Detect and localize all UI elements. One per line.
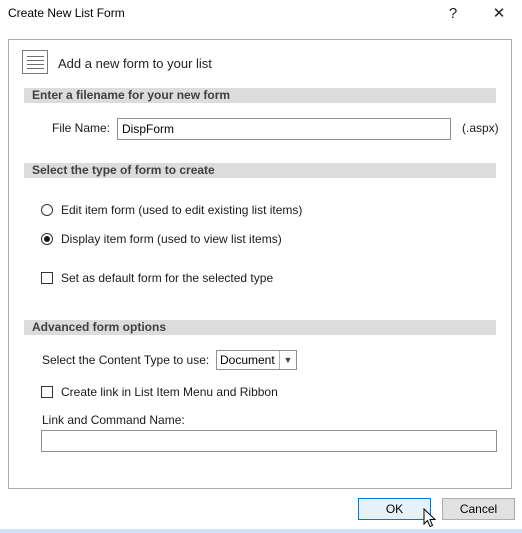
list-form-icon bbox=[22, 50, 48, 74]
ok-button[interactable]: OK bbox=[358, 498, 431, 520]
help-button[interactable]: ? bbox=[436, 0, 470, 26]
content-type-label: Select the Content Type to use: bbox=[42, 353, 210, 367]
menu-link-checkbox[interactable] bbox=[41, 386, 53, 398]
cancel-button[interactable]: Cancel bbox=[442, 498, 515, 520]
set-default-label[interactable]: Set as default form for the selected typ… bbox=[61, 271, 273, 285]
menu-link-label[interactable]: Create link in List Item Menu and Ribbon bbox=[61, 385, 278, 399]
form-type-section-heading: Select the type of form to create bbox=[24, 163, 496, 178]
edit-form-radio[interactable] bbox=[41, 204, 53, 216]
set-default-checkbox[interactable] bbox=[41, 272, 53, 284]
file-name-label: File Name: bbox=[52, 121, 111, 135]
chevron-down-icon[interactable]: ▼ bbox=[279, 351, 296, 369]
close-button[interactable]: ✕ bbox=[482, 0, 516, 26]
mouse-cursor-icon bbox=[423, 508, 437, 528]
window-bottom-edge bbox=[0, 529, 522, 533]
file-name-input[interactable] bbox=[117, 118, 451, 140]
close-icon: ✕ bbox=[492, 5, 506, 22]
content-type-select[interactable]: Document ▼ bbox=[216, 350, 297, 370]
display-form-label[interactable]: Display item form (used to view list ite… bbox=[61, 232, 282, 246]
link-name-input[interactable] bbox=[41, 430, 497, 452]
advanced-section-heading: Advanced form options bbox=[24, 320, 496, 335]
window-title: Create New List Form bbox=[8, 6, 125, 20]
filename-section-heading: Enter a filename for your new form bbox=[24, 88, 496, 103]
file-extension-label: (.aspx) bbox=[462, 121, 499, 135]
content-type-value: Document bbox=[220, 353, 275, 367]
display-form-radio[interactable] bbox=[41, 233, 53, 245]
header-text: Add a new form to your list bbox=[58, 56, 212, 71]
edit-form-label[interactable]: Edit item form (used to edit existing li… bbox=[61, 203, 302, 217]
link-name-label: Link and Command Name: bbox=[42, 413, 185, 427]
